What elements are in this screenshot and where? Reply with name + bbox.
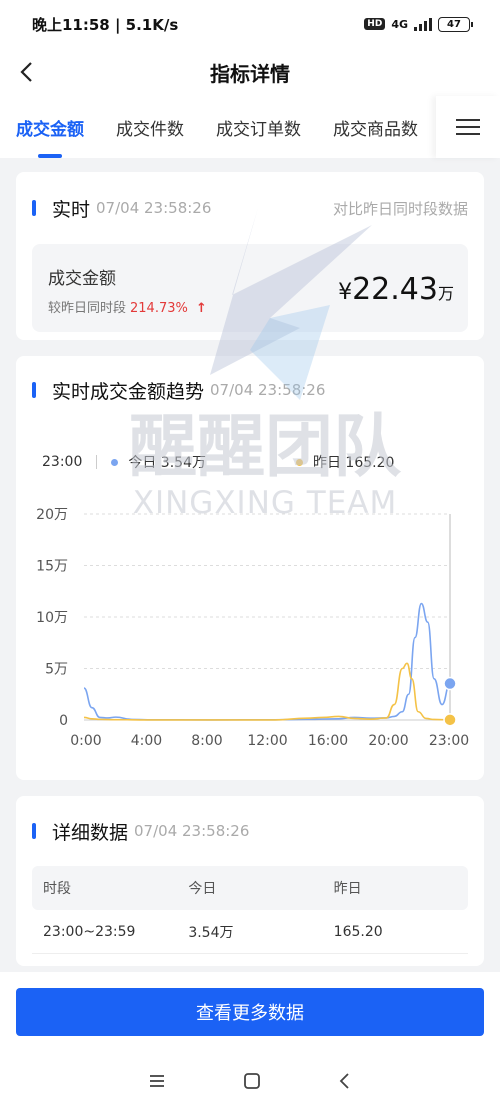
legend-yesterday: 昨日 165.20 [312, 455, 395, 471]
home-icon[interactable] [243, 1072, 261, 1090]
metric-sub-label: 较昨日同时段 [48, 301, 127, 316]
metric-box: 成交金额 较昨日同时段 214.73% ↑ ¥22.43万 [32, 244, 468, 332]
realtime-title: 实时 [52, 198, 91, 221]
trend-chart[interactable]: 20万 15万 10万 5万 00:00 4:00 8:00 12:00 16:00 20:00 2… [16, 501, 484, 751]
metric-value: ¥22.43万 [338, 272, 454, 307]
legend-today: 今日 3.54万 [128, 455, 206, 471]
battery-level: 47 [447, 18, 461, 30]
detail-title: 详细数据 [52, 821, 129, 844]
y-tick-label: 5万 [45, 662, 68, 678]
column-header: 今日 [188, 881, 217, 897]
tab-menu-button[interactable] [436, 96, 500, 158]
status-bar: 晚上11:58 | 5.1K/s HD 4G 47 [0, 0, 500, 48]
x-tick-label: 0:00 [70, 733, 101, 749]
x-tick-label: 4:00 [131, 733, 162, 749]
status-icons: HD 4G 47 [364, 16, 473, 32]
metric-unit: 万 [437, 284, 454, 303]
trend-header: 实时成交金额趋势 07/04 23:58:26 [16, 356, 484, 424]
page-title: 指标详情 [210, 61, 290, 86]
point-marker-yesterday [443, 713, 457, 727]
currency-symbol: ¥ [338, 280, 353, 305]
title-marker [32, 382, 36, 398]
metric-number: 22.43 [352, 272, 438, 307]
tab-item-count[interactable]: 成交件数 [116, 107, 184, 148]
table-cell: 3.54万 [188, 924, 234, 941]
trend-card: 实时成交金额趋势 07/04 23:58:26 23:00 今日 3.54万 昨… [16, 356, 484, 780]
column-header: 时段 [43, 881, 71, 897]
compare-label: 对比昨日同时段数据 [332, 199, 468, 218]
detail-header: 详细数据 07/04 23:58:26 [16, 796, 484, 866]
x-tick-label: 20:00 [368, 733, 408, 749]
detail-table: 时段 今日 昨日 23:00~23:59 3.54万 165.20 [32, 866, 468, 954]
table-cell: 23:00~23:59 [43, 923, 136, 940]
legend-divider [96, 455, 98, 469]
tab-product-count[interactable]: 成交商品数 [333, 107, 418, 148]
table-cell: 165.20 [333, 923, 383, 940]
detail-card: 详细数据 07/04 23:58:26 时段 今日 昨日 23:00~23:59… [16, 796, 484, 966]
view-more-button[interactable]: 查看更多数据 [16, 988, 484, 1036]
trend-title: 实时成交金额趋势 [52, 380, 205, 403]
x-tick-label: 8:00 [191, 733, 222, 749]
system-nav-bar [0, 1051, 500, 1111]
network-label: 4G [391, 17, 408, 31]
menu-icon [456, 114, 480, 140]
metric-percent: 214.73% [130, 301, 188, 316]
tab-order-count[interactable]: 成交订单数 [216, 107, 301, 148]
series-line-yesterday [83, 662, 451, 721]
hd-icon: HD [364, 18, 386, 30]
y-tick-label: 10万 [36, 610, 68, 626]
back-arrow-icon[interactable] [16, 60, 40, 84]
status-time: 晚上11:58 | 5.1K/s [32, 15, 179, 34]
x-tick-label: 12:00 [247, 733, 287, 749]
title-marker [32, 823, 36, 839]
today-dot-icon [111, 458, 119, 466]
realtime-card: 实时 07/04 23:58:26 对比昨日同时段数据 成交金额 较昨日同时段 2… [16, 172, 484, 340]
battery-icon: 47 [438, 16, 473, 32]
legend-time: 23:00 [42, 454, 83, 470]
realtime-header: 实时 07/04 23:58:26 对比昨日同时段数据 [16, 172, 484, 244]
recent-apps-icon[interactable] [148, 1073, 166, 1089]
table-row: 23:00~23:59 3.54万 165.20 [32, 910, 468, 954]
realtime-time: 07/04 23:58:26 [96, 199, 212, 217]
metric-tabs: 成交金额 成交件数 成交订单数 成交商品数 [0, 96, 500, 158]
x-tick-label: 16:00 [308, 733, 348, 749]
tab-gmv[interactable]: 成交金额 [16, 107, 84, 158]
signal-icon [414, 17, 432, 31]
nav-bar: 指标详情 [0, 48, 500, 96]
table-header: 时段 今日 昨日 [32, 866, 468, 910]
chart-legend: 23:00 今日 3.54万 昨日 165.20 [16, 452, 484, 472]
column-header: 昨日 [333, 881, 362, 897]
bottom-area: 查看更多数据 [0, 972, 500, 1111]
y-tick-label: 15万 [36, 559, 68, 575]
trend-time: 07/04 23:58:26 [210, 381, 326, 399]
y-tick-label: 20万 [36, 507, 68, 523]
y-tick-label: 0 [59, 713, 68, 729]
yesterday-dot-icon [295, 458, 303, 466]
back-icon[interactable] [338, 1072, 352, 1090]
x-tick-label: 23:00 [429, 733, 469, 749]
arrow-up-icon: ↑ [196, 301, 207, 316]
detail-time: 07/04 23:58:26 [134, 822, 250, 840]
title-marker [32, 200, 36, 216]
point-marker-today [443, 676, 457, 691]
